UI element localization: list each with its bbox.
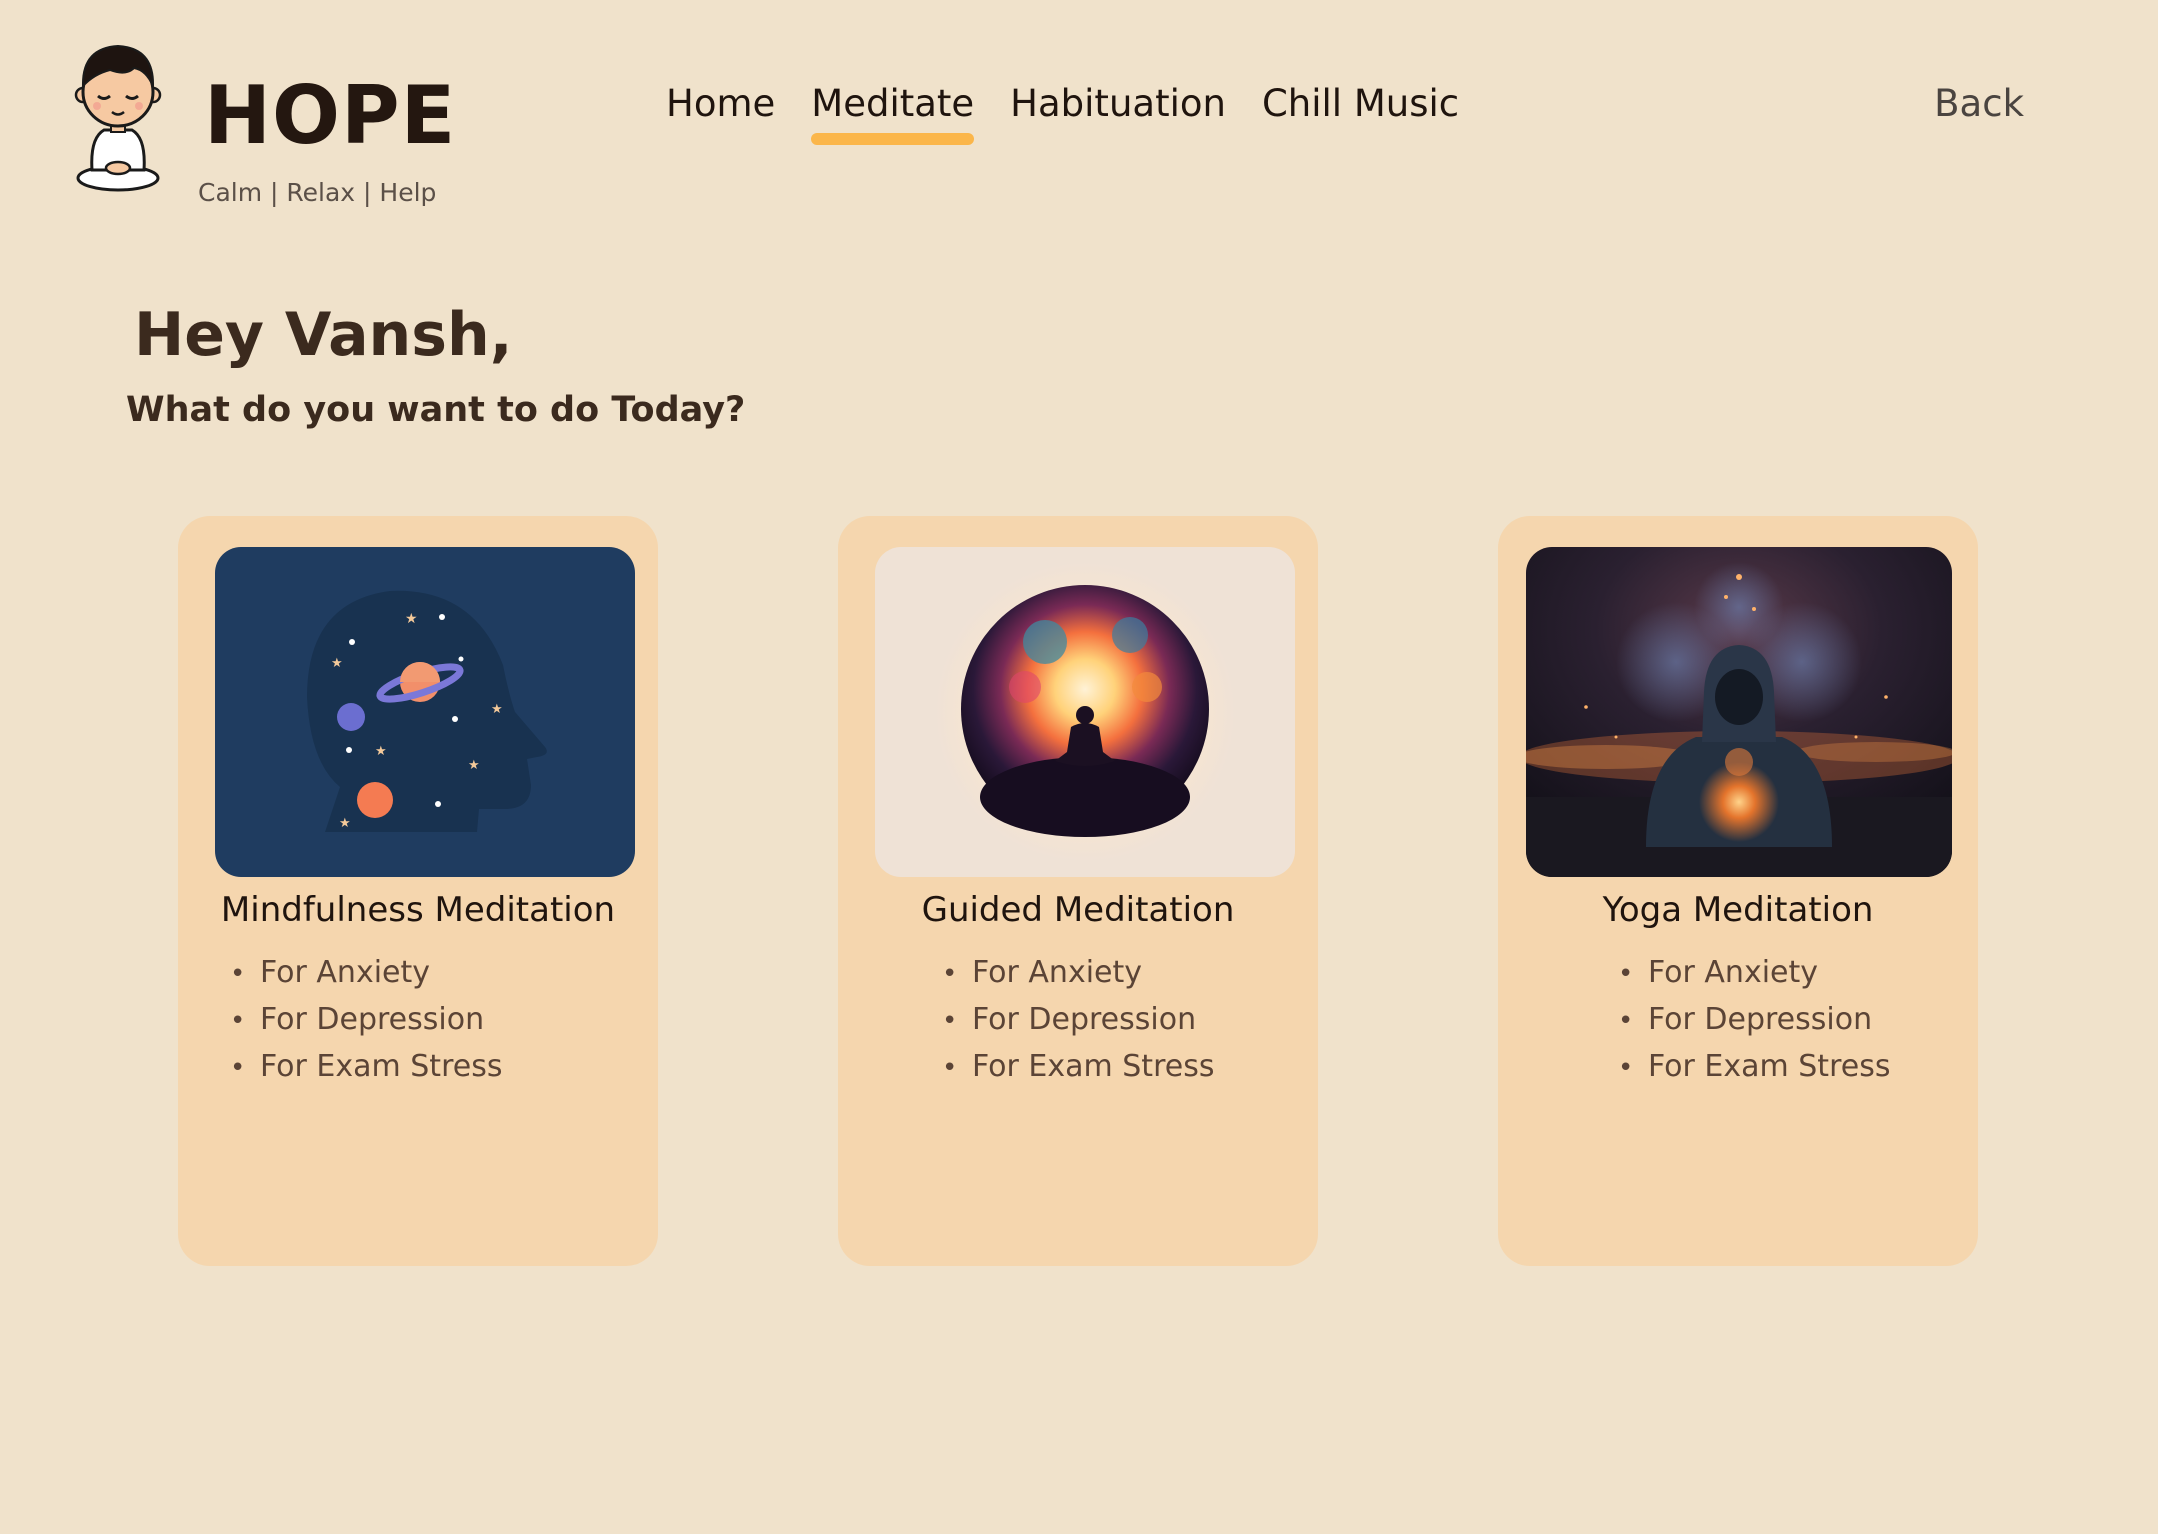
list-item: • For Depression [230, 1002, 485, 1037]
main-nav: Home Meditate Habituation Chill Music [666, 82, 1459, 145]
svg-text:★: ★ [331, 656, 343, 671]
card-mindfulness-meditation[interactable]: ★ ★ ★ ★ ★ ★ Mindfulness Meditation • For … [178, 516, 658, 1266]
brand-tagline: Calm | Relax | Help [198, 178, 437, 207]
space-head-illustration-icon: ★ ★ ★ ★ ★ ★ [215, 547, 635, 877]
card-image [875, 547, 1295, 877]
back-link[interactable]: Back [1934, 82, 2024, 125]
nav-item-home[interactable]: Home [666, 82, 775, 145]
glowing-monk-illustration-icon [1526, 547, 1952, 877]
svg-text:★: ★ [468, 758, 480, 773]
nav-item-meditate[interactable]: Meditate [811, 82, 974, 145]
cosmic-meditation-illustration-icon [875, 547, 1295, 877]
card-benefits-list: • For Anxiety • For Depression • For Exam S… [942, 950, 1214, 1091]
svg-text:★: ★ [339, 816, 351, 831]
meditating-boy-mascot-icon [74, 44, 162, 192]
greeting-subtitle: What do you want to do Today? [126, 390, 746, 430]
list-item: • For Anxiety [942, 955, 1143, 990]
card-title: Yoga Meditation [1602, 890, 1874, 930]
list-item: • For Depression [942, 1002, 1197, 1037]
card-title: Guided Meditation [921, 890, 1235, 930]
brand[interactable]: HOPE Calm | Relax | Help [70, 40, 456, 207]
card-image: ★ ★ ★ ★ ★ ★ [215, 547, 635, 877]
svg-text:★: ★ [491, 702, 503, 717]
card-benefits-list: • For Anxiety • For Depression • For Exam S… [230, 950, 502, 1091]
card-yoga-meditation[interactable]: Yoga Meditation • For Anxiety • For Depres… [1498, 516, 1978, 1266]
card-image [1526, 547, 1952, 877]
list-item: • For Exam Stress [942, 1049, 1215, 1084]
card-guided-meditation[interactable]: Guided Meditation • For Anxiety • For Depr… [838, 516, 1318, 1266]
list-item: • For Exam Stress [230, 1049, 503, 1084]
list-item: • For Anxiety [1618, 955, 1819, 990]
svg-text:★: ★ [405, 611, 418, 627]
card-title: Mindfulness Meditation [220, 890, 616, 930]
svg-text:★: ★ [375, 744, 387, 759]
card-benefits-list: • For Anxiety • For Depression • For Exam S… [1618, 950, 1890, 1091]
greeting-title: Hey Vansh, [134, 300, 513, 370]
list-item: • For Exam Stress [1618, 1049, 1891, 1084]
nav-item-habituation[interactable]: Habituation [1010, 82, 1226, 145]
brand-name: HOPE [204, 69, 457, 162]
list-item: • For Depression [1618, 1002, 1873, 1037]
nav-item-chill-music[interactable]: Chill Music [1262, 82, 1459, 145]
list-item: • For Anxiety [230, 955, 431, 990]
